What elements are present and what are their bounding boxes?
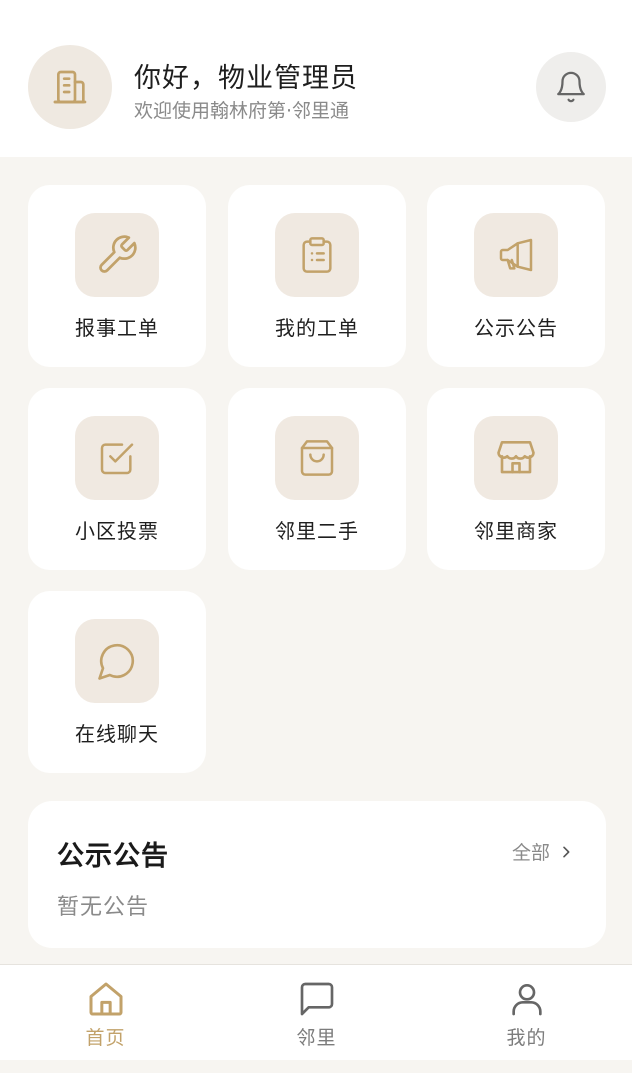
greeting-title: 你好，物业管理员 [134, 63, 358, 94]
notification-button[interactable] [536, 52, 606, 122]
grid-item-tile [75, 213, 159, 297]
grid-item-label: 我的工单 [275, 316, 359, 340]
tab-mine[interactable]: 我的 [421, 965, 632, 1061]
shopping-bag-icon [300, 440, 334, 476]
grid-item-tile [275, 213, 359, 297]
building-icon [53, 70, 87, 104]
tab-neighbors[interactable]: 邻里 [211, 965, 422, 1061]
grid-item-second-hand[interactable]: 邻里二手 [228, 388, 406, 570]
grid-item-tile [275, 416, 359, 500]
grid-item-report-ticket[interactable]: 报事工单 [28, 185, 206, 367]
chat-bubble-icon [98, 643, 135, 680]
grid-item-label: 报事工单 [75, 316, 159, 340]
bell-icon [557, 71, 585, 103]
tab-label: 首页 [85, 1027, 126, 1049]
announcement-title: 公示公告 [57, 841, 169, 872]
grid-item-tile [75, 416, 159, 500]
grid-item-online-chat[interactable]: 在线聊天 [28, 591, 206, 773]
header: 你好，物业管理员 欢迎使用翰林府第·邻里通 [0, 0, 632, 157]
grid-item-label: 邻里商家 [474, 519, 558, 543]
tab-label: 我的 [506, 1027, 547, 1049]
tab-home[interactable]: 首页 [0, 965, 211, 1061]
grid-item-tile [474, 416, 558, 500]
clipboard-icon [302, 237, 332, 273]
grid-item-label: 邻里二手 [275, 519, 359, 543]
user-icon [511, 984, 542, 1016]
grid-item-label: 公示公告 [474, 316, 558, 340]
bottom-safe-area [0, 1060, 632, 1073]
announcement-section: 公示公告 全部 暂无公告 [28, 801, 606, 948]
grid-item-tile [474, 213, 558, 297]
grid-item-announcements[interactable]: 公示公告 [427, 185, 605, 367]
store-icon [497, 440, 535, 474]
megaphone-icon [499, 238, 533, 272]
view-all-label: 全部 [511, 842, 550, 864]
avatar[interactable] [28, 45, 112, 129]
empty-state-text: 暂无公告 [57, 895, 150, 920]
checkbox-icon [100, 443, 134, 475]
grid-item-community-vote[interactable]: 小区投票 [28, 388, 206, 570]
home-icon [89, 982, 122, 1016]
wrench-icon [99, 235, 137, 273]
grid-item-tile [75, 619, 159, 703]
tab-label: 邻里 [296, 1027, 337, 1049]
grid-item-merchants[interactable]: 邻里商家 [427, 388, 605, 570]
grid-item-label: 小区投票 [75, 519, 159, 543]
chevron-right-icon [563, 846, 570, 857]
grid-item-label: 在线聊天 [75, 722, 159, 746]
view-all-link[interactable]: 全部 [512, 838, 574, 865]
grid-item-my-tickets[interactable]: 我的工单 [228, 185, 406, 367]
message-square-icon [300, 982, 333, 1016]
welcome-subtitle: 欢迎使用翰林府第·邻里通 [134, 100, 350, 122]
bottom-tab-bar: 首页 邻里 我的 [0, 964, 632, 1061]
